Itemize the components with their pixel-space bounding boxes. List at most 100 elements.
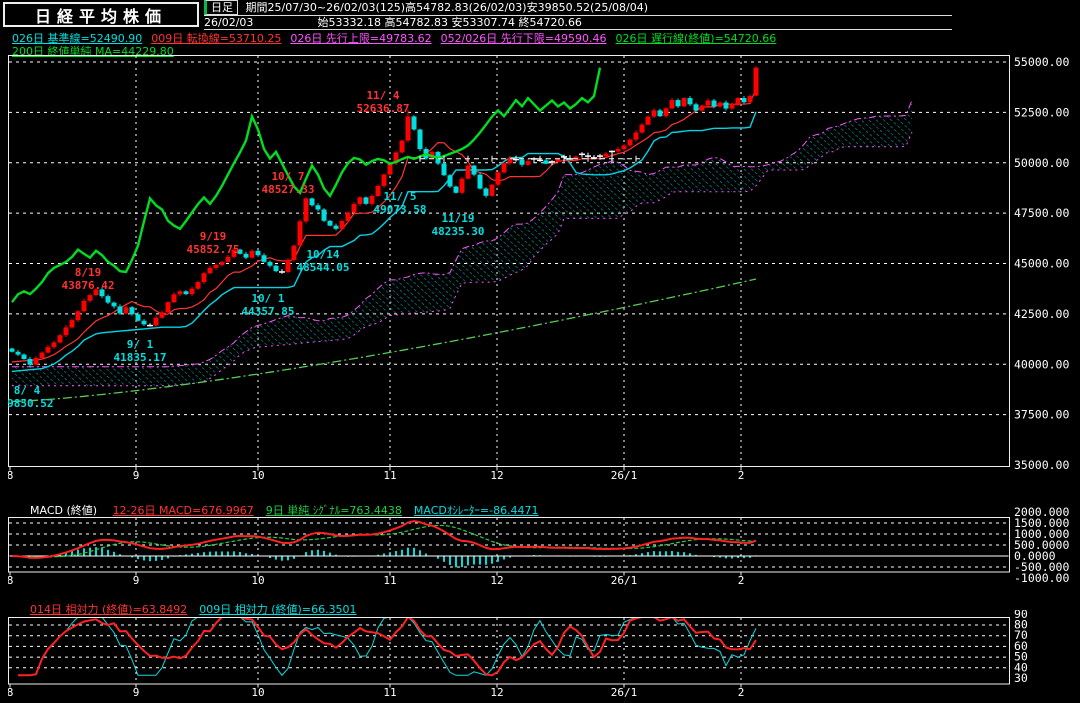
candle-body [675, 100, 681, 107]
price-tick-label: 52500.00 [1014, 105, 1069, 119]
swing-annotation-date: 11/ 4 [366, 89, 399, 102]
candle-body [15, 351, 21, 355]
candle-body [117, 306, 123, 314]
price-tick-label: 37500.00 [1014, 408, 1069, 422]
x-tick-label: 12 [490, 469, 503, 482]
x-tick-label: 8 [8, 574, 13, 587]
candle-body [207, 267, 213, 274]
swing-annotation-value: 43876.42 [62, 279, 115, 292]
candle-body [651, 110, 657, 117]
x-tick-label: 2 [738, 469, 745, 482]
candle-body [75, 311, 81, 321]
candle-body [459, 178, 465, 193]
candle-body [465, 165, 471, 179]
candle-body [525, 161, 531, 165]
candle-body [45, 347, 51, 353]
swing-annotation-value: 41835.17 [114, 351, 167, 364]
candle-body [345, 212, 351, 221]
candle-body [645, 116, 651, 125]
candle-body [69, 320, 75, 328]
candle-body [153, 317, 159, 326]
price-tick-label: 40000.00 [1014, 357, 1069, 371]
candle-body [717, 102, 723, 107]
candle-body [519, 159, 525, 165]
main-chart-canvas[interactable]: 55000.00 52500.00 50000.00 47500.00 45000.00… [8, 45, 1080, 485]
rsi-tick-label: 30 [1014, 671, 1028, 685]
macd-chart-canvas[interactable]: 2000.0001500.0001000.000500.00000.0000-5… [8, 505, 1080, 597]
price-tick-label: 35000.00 [1014, 458, 1069, 472]
candle-body [285, 259, 291, 272]
candle-body [663, 108, 669, 117]
header-info: 日足 期間25/07/30~26/02/03(125)高54782.83(26/… [204, 0, 952, 30]
candle-body [27, 359, 33, 365]
candle-body [621, 145, 627, 150]
price-tick-label: 55000.00 [1014, 55, 1069, 69]
candle-body [339, 220, 345, 229]
x-tick-label: 2 [738, 574, 745, 587]
swing-annotation-value: 52636.87 [357, 102, 410, 115]
candle-body [357, 197, 363, 205]
x-tick-label: 10 [251, 574, 264, 587]
candle-body [219, 261, 225, 265]
candle-body [477, 174, 483, 189]
legend-item: 026日 先行上限=49783.62 [290, 32, 432, 45]
candle-body [543, 160, 549, 164]
price-tick-label: 45000.00 [1014, 257, 1069, 271]
x-tick-label: 11 [383, 469, 396, 482]
candle-body [753, 67, 759, 96]
macd-line [11, 520, 757, 559]
candle-body [327, 220, 333, 226]
candle-body [657, 110, 663, 117]
rsi-panel-border [8, 617, 1010, 685]
candle-body [315, 205, 321, 210]
candle-body [405, 116, 411, 141]
candle-body [375, 185, 381, 196]
candle-body [627, 139, 633, 146]
swing-annotation-value: 39850.52 [8, 397, 53, 410]
price-tick-label: 47500.00 [1014, 206, 1069, 220]
candle-body [705, 100, 711, 106]
candle-body [183, 291, 189, 295]
candle-body [51, 342, 57, 348]
header-ohlc-line: 26/02/03 始53332.18 高54782.83 安53307.74 終… [204, 16, 952, 30]
candle-body [201, 273, 207, 283]
rsi-chart-canvas[interactable]: 908070605040308 9 10 11 12 26/1 2 [8, 610, 1080, 703]
x-tick-label: 11 [383, 574, 396, 587]
candle-body [165, 302, 171, 313]
legend-item: 026日 遅行線(終値)=54720.66 [615, 32, 777, 45]
candle-body [639, 124, 645, 133]
candle-body [501, 163, 507, 173]
header-range-line: 日足 期間25/07/30~26/02/03(125)高54782.83(26/… [204, 0, 952, 16]
candle-body [141, 320, 147, 325]
swing-annotation-date: 11/ 5 [383, 190, 416, 203]
interval-box[interactable]: 日足 [204, 0, 238, 15]
candle-body [723, 102, 729, 109]
candle-body [447, 175, 453, 187]
swing-annotation-date: 10/ 7 [271, 170, 304, 183]
ohlc-values: 始53332.18 高54782.83 安53307.74 終54720.66 [317, 16, 582, 29]
candle-body [489, 184, 495, 196]
candle-body [81, 300, 87, 312]
candle-body [303, 198, 309, 222]
candle-body [453, 186, 459, 193]
current-date: 26/02/03 [204, 16, 254, 29]
candle-body [171, 294, 177, 303]
candle-body [741, 98, 747, 103]
candle-body [57, 335, 63, 343]
candle-body [195, 282, 201, 289]
candle-body [39, 352, 45, 359]
candle-body [213, 264, 219, 268]
swing-annotation-date: 10/14 [306, 248, 339, 261]
candle-body [225, 256, 231, 262]
candle-body [189, 288, 195, 295]
candle-body [129, 307, 135, 315]
candle-body [699, 105, 705, 111]
range-text: 期間25/07/30~26/02/03(125)高54782.83(26/02/… [245, 1, 649, 14]
candle-body [321, 209, 327, 221]
kijun-line [11, 111, 757, 373]
swing-annotation-date: 11/19 [441, 212, 474, 225]
candle-body [615, 149, 621, 152]
candle-body [33, 358, 39, 365]
candle-body [483, 188, 489, 196]
candle-body [63, 327, 69, 336]
